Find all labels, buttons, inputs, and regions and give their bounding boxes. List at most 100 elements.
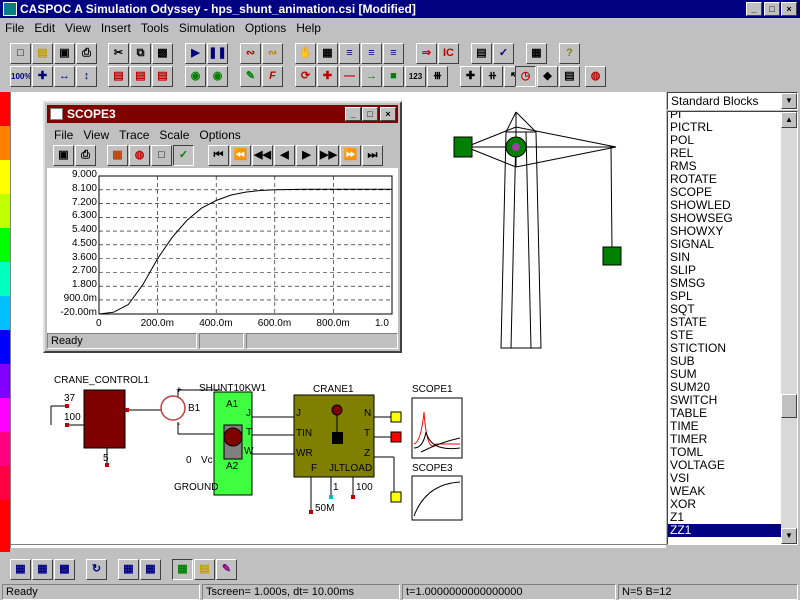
paint-icon[interactable]: ◆ [537,66,558,87]
pause-icon[interactable]: ❚❚ [207,43,228,64]
palette-green[interactable] [0,228,10,262]
scope-maximize-button[interactable]: □ [362,107,378,121]
export-icon[interactable]: ▤ [471,43,492,64]
b1-sensor[interactable] [160,395,186,421]
scroll-up-icon[interactable]: ▲ [781,112,797,128]
scope-select-icon[interactable]: □ [151,145,172,166]
check-icon[interactable]: ✓ [493,43,514,64]
report-icon[interactable]: ▤ [108,66,129,87]
run-icon[interactable]: ▦ [10,559,31,580]
scope-back-icon[interactable]: ◀ [274,145,295,166]
palette-blue[interactable] [0,330,10,364]
menu-options[interactable]: Options [240,18,291,38]
palette-rose[interactable] [0,466,10,500]
copy-icon[interactable]: ⧉ [130,43,151,64]
hierarchy-icon[interactable]: ▦ [526,43,547,64]
target-icon[interactable]: ◍ [585,66,606,87]
windows-icon[interactable]: ▦ [118,559,139,580]
scope-menu-options[interactable]: Options [194,125,245,145]
node-icon[interactable]: ✚ [460,66,481,87]
scope-close-button[interactable]: × [380,107,396,121]
scope-minimize-button[interactable]: _ [345,107,361,121]
scope1-pin-1[interactable] [390,411,402,423]
list-numbered-icon[interactable]: ≡ [361,43,382,64]
print-icon[interactable]: ⎙ [76,43,97,64]
play-icon[interactable]: ▶ [185,43,206,64]
folder-icon[interactable]: ▤ [194,559,215,580]
function-icon[interactable]: F [262,66,283,87]
scope-menu-view[interactable]: View [78,125,114,145]
paste-icon[interactable]: ▩ [152,43,173,64]
clock-icon[interactable]: ◷ [515,66,536,87]
wave-icon[interactable]: ∾ [240,43,261,64]
scope-last-icon[interactable]: ⏭ [362,145,383,166]
palette-lime[interactable] [0,194,10,228]
block-list-scrollbar[interactable]: ▲ ▼ [781,112,797,544]
scope1-pin-2[interactable] [390,431,402,443]
grid-icon[interactable]: ▦ [317,43,338,64]
restore-button[interactable]: □ [764,2,780,16]
chevron-down-icon[interactable]: ▼ [781,93,797,109]
zoom-fit-icon[interactable]: ✚ [32,66,53,87]
new-file-icon[interactable]: □ [10,43,31,64]
scope-menu-file[interactable]: File [49,125,78,145]
cut-icon[interactable]: ✂ [108,43,129,64]
menu-insert[interactable]: Insert [96,18,136,38]
menu-file[interactable]: File [0,18,29,38]
scope-auto-icon[interactable]: ✓ [173,145,194,166]
wire-icon[interactable]: ⧻ [427,66,448,87]
tools-icon[interactable]: ✎ [216,559,237,580]
palette-aqua[interactable] [0,262,10,296]
globe-icon[interactable]: ◉ [185,66,206,87]
menu-edit[interactable]: Edit [29,18,60,38]
scope-plot-area[interactable]: 9.000 8.100 7.200 6.300 5.400 4.500 3.600 2.700… [47,168,398,333]
scroll-down-icon[interactable]: ▼ [781,528,797,544]
scope-ff-icon[interactable]: ▶▶ [318,145,339,166]
counter-icon[interactable]: 123 [405,66,426,87]
scope-zoom-icon[interactable]: ◍ [129,145,150,166]
pen-icon[interactable]: ✎ [240,66,261,87]
block-icon[interactable]: ■ [383,66,404,87]
scope-traces-icon[interactable]: ▦ [107,145,128,166]
menu-view[interactable]: View [60,18,96,38]
cross-icon[interactable]: ✚ [317,66,338,87]
zoom-height-icon[interactable]: ↕ [76,66,97,87]
ic-icon[interactable]: IC [438,43,459,64]
block-list[interactable]: PI PICTRL POL REL RMS ROTATE SCOPE SHOWLED SHOWS… [667,111,798,545]
menu-help[interactable]: Help [291,18,326,38]
close-button[interactable]: × [781,2,797,16]
cascade-icon[interactable]: ▦ [140,559,161,580]
scroll-thumb[interactable] [781,394,797,418]
scope-menu-trace[interactable]: Trace [114,125,154,145]
minimize-button[interactable]: _ [746,2,762,16]
menu-tools[interactable]: Tools [136,18,174,38]
crane-control-block[interactable] [83,389,126,449]
palette-yellow[interactable] [0,160,10,194]
minus-icon[interactable]: — [339,66,360,87]
block-category-select[interactable]: Standard Blocks ▼ [667,92,798,110]
list-check-icon[interactable]: ≡ [383,43,404,64]
scope3-titlebar[interactable]: SCOPE3 _ □ × [47,105,398,123]
wave-step-icon[interactable]: ∾ [262,43,283,64]
palette-pink[interactable] [0,432,10,466]
scope-fast-ff-icon[interactable]: ⏩ [340,145,361,166]
palette-orange[interactable] [0,126,10,160]
palette-violet[interactable] [0,364,10,398]
help-icon[interactable]: ? [559,43,580,64]
reset-icon[interactable]: ↻ [86,559,107,580]
scope-forward-icon[interactable]: ▶ [296,145,317,166]
zoom-width-icon[interactable]: ↔ [54,66,75,87]
color-palette[interactable] [0,92,10,552]
arrow-right-icon[interactable]: ⇒ [416,43,437,64]
scope3-window[interactable]: SCOPE3 _ □ × File View Trace Scale Options ▣… [43,101,402,353]
zoom-100-button[interactable]: 100% [10,66,31,87]
scope-print-icon[interactable]: ⎙ [75,145,96,166]
report-list-icon[interactable]: ▤ [152,66,173,87]
globe-settings-icon[interactable]: ◉ [207,66,228,87]
blocks-icon[interactable]: ▦ [32,559,53,580]
menu-simulation[interactable]: Simulation [174,18,240,38]
scope-save-icon[interactable]: ▣ [53,145,74,166]
rotate-icon[interactable]: ⟳ [295,66,316,87]
hand-icon[interactable]: ✋ [295,43,316,64]
scope-menu-scale[interactable]: Scale [154,125,194,145]
